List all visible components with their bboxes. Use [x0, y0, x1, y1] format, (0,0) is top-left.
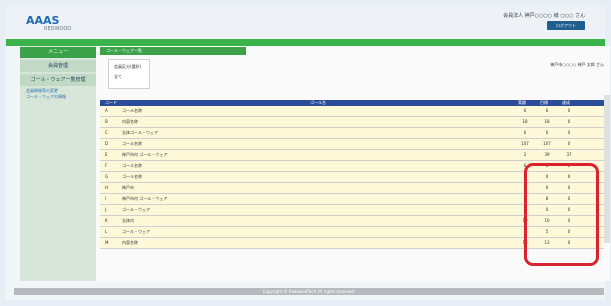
row-code: A [105, 108, 108, 113]
row-name: ゴール名称 [122, 163, 142, 168]
row-name: 神戸市 [122, 185, 134, 190]
row-achieved: 0 [567, 119, 571, 124]
row-name: ゴール名称 [122, 108, 142, 113]
row-actual: 6 [523, 130, 527, 135]
row-name: ゴール・ウェア [122, 229, 150, 234]
row-achieved: 0 [567, 141, 571, 146]
row-code: I [105, 196, 107, 201]
row-code: G [105, 174, 109, 179]
row-code: B [105, 119, 108, 124]
filter-box[interactable]: 会員区分(選択) 全て [108, 59, 150, 89]
tab-goal-list[interactable]: ゴール・ウェア一覧 [100, 47, 246, 55]
filter-value: 全て [114, 74, 122, 79]
row-actual: 2 [523, 152, 527, 157]
row-actual: 6 [523, 108, 527, 113]
row-code: H [105, 185, 109, 190]
row-code: M [105, 240, 109, 245]
row-achieved: 37 [566, 152, 572, 157]
user-info: 会員法人 神戸○○○○ 様 ○○○ さん [503, 13, 585, 19]
table-row[interactable]: C 全体ゴール・ウェア 6 6 0 [100, 128, 604, 139]
sidebar-item-goal-list[interactable]: ゴール・ウェア一覧管理 [20, 74, 96, 86]
filter-label: 会員区分(選択) [114, 64, 142, 69]
highlight-annotation [524, 163, 599, 266]
table-row[interactable]: E 神戸市内 ゴール・ウェア 2 39 37 [100, 150, 604, 161]
row-code: C [105, 130, 108, 135]
row-code: J [105, 207, 107, 212]
row-name: 内容名称 [122, 240, 138, 245]
row-name: ゴール名称 [122, 141, 142, 146]
row-code: D [105, 141, 109, 146]
row-name: 神戸市内 ゴール・ウェア [122, 152, 168, 157]
row-name: 全体内 [122, 218, 134, 223]
logo-subtitle: REDWOOD [44, 26, 72, 32]
row-target: 18 [544, 119, 550, 124]
row-target: 6 [545, 108, 549, 113]
row-code: K [105, 218, 108, 223]
header-divider [6, 39, 605, 46]
footer: Copyright © RedwoodTech All rights reser… [14, 288, 604, 295]
row-achieved: 0 [567, 130, 571, 135]
row-target: 6 [545, 130, 549, 135]
app-frame: AAAS REDWOOD 会員法人 神戸○○○○ 様 ○○○ さん ログアウト … [6, 6, 610, 300]
organization-name: 神戸市○○○○ 神戸 太郎 さん [550, 62, 604, 67]
row-name: ゴール・ウェア [122, 207, 150, 212]
sidebar: メニュー 会員管理 ゴール・ウェア一覧管理 会員情報等の変更 ゴール・ウェアの情… [20, 46, 96, 281]
row-achieved: 0 [567, 108, 571, 113]
header: AAAS REDWOOD 会員法人 神戸○○○○ 様 ○○○ さん ログアウト [6, 6, 605, 38]
table-row[interactable]: D ゴール名称 107 107 0 [100, 139, 604, 150]
row-name: 全体ゴール・ウェア [122, 130, 158, 135]
row-target: 39 [544, 152, 550, 157]
sidebar-link-info[interactable]: ゴール・ウェアの情報 [26, 94, 90, 100]
row-name: ゴール名称 [122, 174, 142, 179]
row-code: F [105, 163, 108, 168]
row-target: 107 [543, 141, 551, 146]
row-name: 神戸市内 ゴール・ウェア [122, 196, 168, 201]
sidebar-item-member-management[interactable]: 会員管理 [20, 60, 96, 72]
sidebar-header: メニュー [20, 47, 96, 58]
row-code: E [105, 152, 108, 157]
row-actual: 107 [521, 141, 529, 146]
row-code: L [105, 229, 108, 234]
table-row[interactable]: A ゴール名称 6 6 0 [100, 106, 604, 117]
row-actual: 18 [522, 119, 528, 124]
table-row[interactable]: B 内容名称 18 18 0 [100, 117, 604, 128]
scrollbar[interactable] [604, 95, 610, 243]
logout-button[interactable]: ログアウト [547, 21, 585, 30]
row-name: 内容名称 [122, 119, 138, 124]
